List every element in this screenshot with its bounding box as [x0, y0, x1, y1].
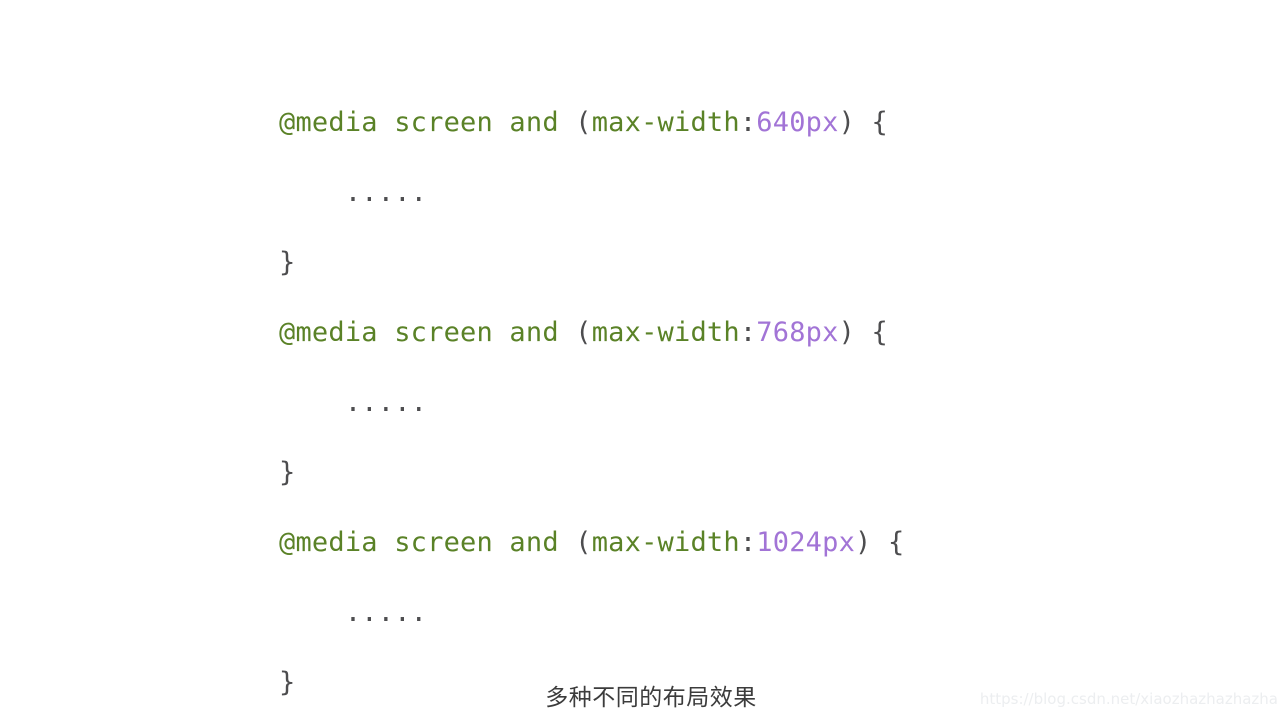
caption-text: 多种不同的布局效果 — [545, 685, 757, 711]
media-operator-and: and — [509, 317, 559, 348]
media-type-screen: screen — [394, 527, 493, 558]
code-line-media-query-768: @media screen and (max-width:768px) { — [279, 298, 1199, 368]
colon: : — [739, 107, 757, 138]
colon: : — [739, 317, 757, 348]
at-rule-media: @media — [279, 317, 378, 348]
code-block: @media screen and (max-width:640px) { ..… — [279, 88, 1199, 718]
code-line-media-query-640: @media screen and (max-width:640px) { — [279, 88, 1199, 158]
open-brace: { — [871, 317, 888, 348]
media-type-screen: screen — [394, 107, 493, 138]
close-paren: ) — [838, 317, 856, 348]
at-rule-media: @media — [279, 527, 378, 558]
code-line-media-query-1024: @media screen and (max-width:1024px) { — [279, 508, 1199, 578]
media-feature-max-width: max-width — [591, 527, 740, 558]
close-brace: } — [279, 247, 296, 278]
ellipsis-placeholder: ..... — [344, 597, 428, 628]
close-paren: ) — [838, 107, 856, 138]
media-feature-max-width: max-width — [591, 107, 740, 138]
media-feature-value: 1024px — [756, 527, 856, 558]
media-operator-and: and — [509, 107, 559, 138]
at-rule-media: @media — [279, 107, 378, 138]
ellipsis-placeholder: ..... — [344, 387, 428, 418]
open-brace: { — [887, 527, 905, 558]
media-type-screen: screen — [394, 317, 493, 348]
close-brace: } — [279, 457, 296, 488]
code-line-ellipsis-2: ..... — [279, 368, 1199, 438]
code-line-block-close-2: } — [279, 438, 1199, 508]
open-paren: ( — [575, 527, 592, 558]
watermark: https://blog.csdn.net/xiaozhazhazhazha — [979, 690, 1278, 708]
colon: : — [739, 527, 757, 558]
code-line-ellipsis-3: ..... — [279, 578, 1199, 648]
close-paren: ) — [855, 527, 872, 558]
media-feature-max-width: max-width — [591, 317, 740, 348]
media-feature-value: 640px — [756, 107, 839, 138]
media-operator-and: and — [509, 527, 559, 558]
code-line-ellipsis-1: ..... — [279, 158, 1199, 228]
open-paren: ( — [575, 107, 592, 138]
open-paren: ( — [575, 317, 592, 348]
open-brace: { — [871, 107, 888, 138]
media-feature-value: 768px — [756, 317, 839, 348]
ellipsis-placeholder: ..... — [344, 177, 428, 208]
code-line-block-close-1: } — [279, 228, 1199, 298]
